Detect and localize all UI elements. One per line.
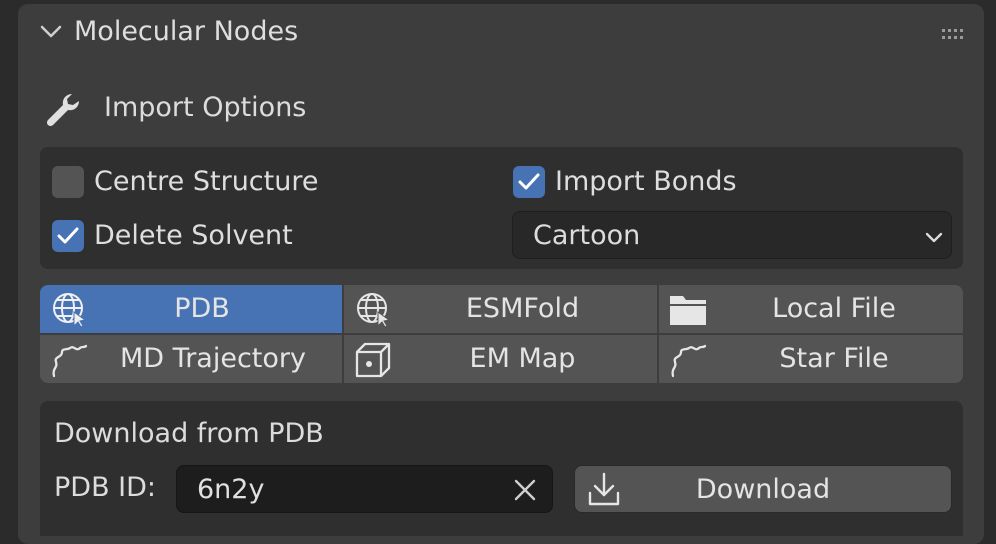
- centre-structure-checkbox[interactable]: [52, 166, 84, 198]
- download-button-label: Download: [695, 474, 831, 505]
- panel-header[interactable]: Molecular Nodes: [18, 0, 984, 64]
- tab-md-trajectory[interactable]: MD Trajectory: [40, 335, 342, 383]
- import-bonds-checkbox[interactable]: [513, 166, 545, 198]
- chevron-down-icon: [925, 229, 943, 248]
- download-button[interactable]: Download: [574, 465, 952, 513]
- pdb-id-value[interactable]: 6n2y: [197, 474, 264, 505]
- tab-em-map[interactable]: EM Map: [344, 335, 657, 383]
- centre-structure-label[interactable]: Centre Structure: [94, 166, 318, 197]
- tab-local-file[interactable]: Local File: [659, 285, 963, 333]
- pdb-id-input[interactable]: 6n2y: [176, 465, 553, 513]
- tab-esmfold[interactable]: ESMFold: [344, 285, 657, 333]
- tab-esmfold-label: ESMFold: [465, 293, 580, 324]
- style-dropdown[interactable]: Cartoon: [512, 211, 952, 259]
- tab-md-trajectory-label: MD Trajectory: [120, 343, 306, 374]
- wrench-icon: [44, 90, 84, 134]
- download-title: Download from PDB: [54, 418, 324, 449]
- import-bonds-label[interactable]: Import Bonds: [555, 166, 737, 197]
- tab-star-file[interactable]: Star File: [659, 335, 963, 383]
- chevron-down-icon[interactable]: [40, 24, 62, 43]
- checkmark-icon: [518, 173, 540, 190]
- tab-pdb[interactable]: PDB: [40, 285, 342, 333]
- tab-star-file-label: Star File: [779, 343, 889, 374]
- tab-pdb-label: PDB: [174, 293, 230, 324]
- delete-solvent-checkbox[interactable]: [52, 220, 84, 252]
- tab-local-file-label: Local File: [772, 293, 896, 324]
- delete-solvent-label[interactable]: Delete Solvent: [94, 220, 293, 251]
- checkmark-icon: [57, 227, 79, 244]
- import-method-tabs: PDB ESMFold Local File MD Trajectory EM …: [40, 285, 963, 385]
- drag-grip-icon[interactable]: [942, 26, 968, 45]
- tab-em-map-label: EM Map: [469, 343, 576, 374]
- import-options-label: Import Options: [104, 92, 307, 123]
- clear-icon[interactable]: [513, 478, 537, 506]
- pdb-id-label: PDB ID:: [54, 472, 157, 503]
- panel-title: Molecular Nodes: [74, 16, 299, 47]
- style-dropdown-value: Cartoon: [533, 220, 641, 251]
